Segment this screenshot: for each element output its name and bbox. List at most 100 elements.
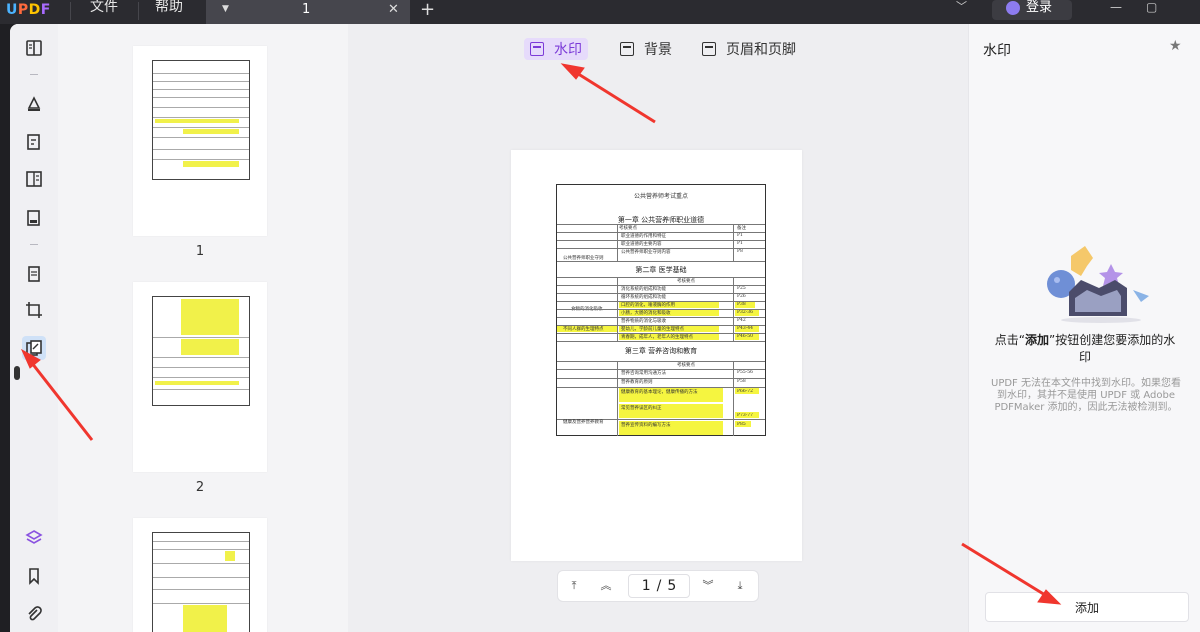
cta-prefix: 点击“ (994, 333, 1025, 347)
thumbnail-content (152, 532, 250, 632)
bookmark-icon[interactable] (22, 564, 46, 588)
header-footer-icon (702, 42, 716, 56)
comment-icon[interactable] (22, 92, 46, 116)
document-tab[interactable]: ▼ 1 ✕ (206, 0, 410, 24)
menu-help[interactable]: 帮助 (155, 0, 183, 24)
chapter-heading: 第二章 医学基础 (635, 266, 687, 274)
form-icon[interactable] (22, 167, 46, 191)
table-cell: P58 (737, 379, 746, 384)
table-cell: P1 (737, 233, 743, 238)
tab-title: 1 (302, 2, 311, 17)
close-icon[interactable]: ✕ (388, 0, 399, 20)
logo-letter: D (28, 2, 41, 18)
divider (138, 2, 139, 20)
tab-header-footer[interactable]: 页眉和页脚 (696, 38, 802, 60)
chapter-heading: 第三章 营养咨询和教育 (624, 347, 698, 355)
tab-watermark[interactable]: 水印 (524, 38, 588, 60)
table-cell: P43-44 (737, 326, 754, 331)
empty-state-illustration (1047, 246, 1149, 323)
main-window: 1 2 水印 背景 页眉和页脚 公共营养师考试重点 第一章 公共营养师职业道德 … (10, 24, 1200, 632)
organize-pages-icon[interactable] (22, 206, 46, 230)
table-cell: 公共营养师职业守则内容 (621, 250, 671, 255)
document-viewer: 水印 背景 页眉和页脚 公共营养师考试重点 第一章 公共营养师职业道德 考核要点… (348, 24, 968, 632)
last-page-icon[interactable]: ⤓ (732, 578, 748, 594)
table-cell: P38 (737, 302, 746, 307)
logo-letter: U (6, 2, 18, 18)
avatar-icon (1006, 1, 1020, 15)
divider (30, 244, 38, 245)
tab-watermark-label: 水印 (554, 42, 582, 58)
thumbnail-page-number: 2 (195, 480, 205, 495)
total-pages: 5 (667, 578, 677, 594)
first-page-icon[interactable]: ⤒ (566, 578, 582, 594)
table-cell: P1 (737, 241, 743, 246)
login-label: 登录 (1026, 0, 1053, 15)
table-cell: 小肠，大肠的消化和吸收 (621, 311, 671, 316)
table-cell: P32-36 (737, 310, 754, 315)
table-cell: 营养咨询常用沟通方法 (621, 371, 666, 376)
reader-icon[interactable] (22, 36, 46, 60)
cta-suffix: ”按钮创建您要添加的水印 (1049, 333, 1176, 364)
next-page-icon[interactable]: ︾ (700, 578, 716, 594)
add-watermark-button[interactable]: 添加 (985, 592, 1189, 622)
prev-page-icon[interactable]: ︽ (598, 578, 614, 594)
tab-header-footer-label: 页眉和页脚 (726, 42, 796, 58)
thumbnail-page-number: 1 (195, 244, 205, 259)
maximize-icon[interactable]: ▢ (1146, 0, 1157, 14)
page-thumbnail[interactable] (133, 282, 267, 472)
updf-logo: UPDF (0, 0, 60, 24)
chevron-down-icon[interactable]: ﹀ (956, 0, 967, 14)
thumbnail-content (152, 60, 250, 180)
table-cell: P26 (737, 294, 746, 299)
table-cell: P85 (737, 422, 746, 427)
convert-icon[interactable] (22, 262, 46, 286)
logo-letter: UPDF (6, 2, 51, 18)
table-cell: 婴幼儿，学龄前儿童的生理特点 (621, 327, 684, 332)
crop-icon[interactable] (22, 298, 46, 322)
sidebar-collapse-handle[interactable] (14, 366, 20, 380)
table-cell: 不同人群的生理特点 (563, 327, 604, 332)
layers-icon[interactable] (22, 526, 46, 550)
panel-title: 水印 (983, 43, 1011, 59)
tab-background-label: 背景 (644, 42, 672, 58)
document-title: 公共营养师考试重点 (633, 193, 688, 200)
table-cell: P42 (737, 318, 746, 323)
table-header: 考核要点 (677, 363, 695, 368)
table-cell: P8 (737, 249, 743, 254)
table-header: 备注 (737, 226, 746, 231)
thumbnail-content (152, 296, 250, 406)
table-header: 考核要点 (677, 279, 695, 284)
table-cell: P66-72 (737, 389, 754, 394)
table-cell: 健康及营养营养教育 (563, 420, 604, 425)
attachment-icon[interactable] (22, 602, 46, 626)
minimize-icon[interactable]: — (1110, 0, 1122, 14)
page-thumbnail[interactable] (133, 46, 267, 236)
watermark-panel: 水印 ★ 点击“添加”按钮创建您要添加的水印 UPDF 无法在本文件中找到水印。… (968, 24, 1200, 632)
page-tools-icon[interactable] (22, 336, 46, 360)
title-bar: UPDF 文件 帮助 ▼ 1 ✕ + ﹀ 登录 — ▢ (0, 0, 1200, 24)
table-cell: P46-50 (737, 334, 754, 339)
login-button[interactable]: 登录 (992, 0, 1072, 20)
table-cell: 营养教育的原则 (621, 380, 653, 385)
table-cell: P73-77 (737, 413, 754, 418)
edit-pdf-icon[interactable] (22, 130, 46, 154)
table-cell: 青春期，成年人，老年人的生理特点 (621, 335, 693, 340)
empty-state-message: 点击“添加”按钮创建您要添加的水印 (993, 332, 1177, 366)
detection-note: UPDF 无法在本文件中找到水印。如果您看到水印，其并不是使用 UPDF 或 A… (991, 378, 1181, 413)
plus-icon[interactable]: + (420, 0, 435, 20)
page-number-field[interactable]: 1 / 5 (628, 574, 690, 598)
tab-background[interactable]: 背景 (614, 38, 678, 60)
tool-rail (10, 24, 58, 632)
menu-file[interactable]: 文件 (90, 0, 118, 24)
table-cell: 循环系统的组成和功能 (621, 295, 666, 300)
table-cell: 口腔的消化，唾液酶的作用 (621, 303, 675, 308)
chevron-down-icon[interactable]: ▼ (222, 0, 229, 18)
page-navigator: ⤒ ︽ 1 / 5 ︾ ⤓ (557, 570, 759, 602)
cta-bold: 添加 (1024, 333, 1049, 347)
table-cell: 职业道德的作用和特征 (621, 234, 666, 239)
table-cell: 消化系统的组成和功能 (621, 287, 666, 292)
star-icon[interactable]: ★ (1169, 38, 1182, 54)
page-separator: / (656, 578, 662, 594)
page-thumbnail[interactable] (133, 518, 267, 632)
current-page: 1 (641, 578, 651, 594)
